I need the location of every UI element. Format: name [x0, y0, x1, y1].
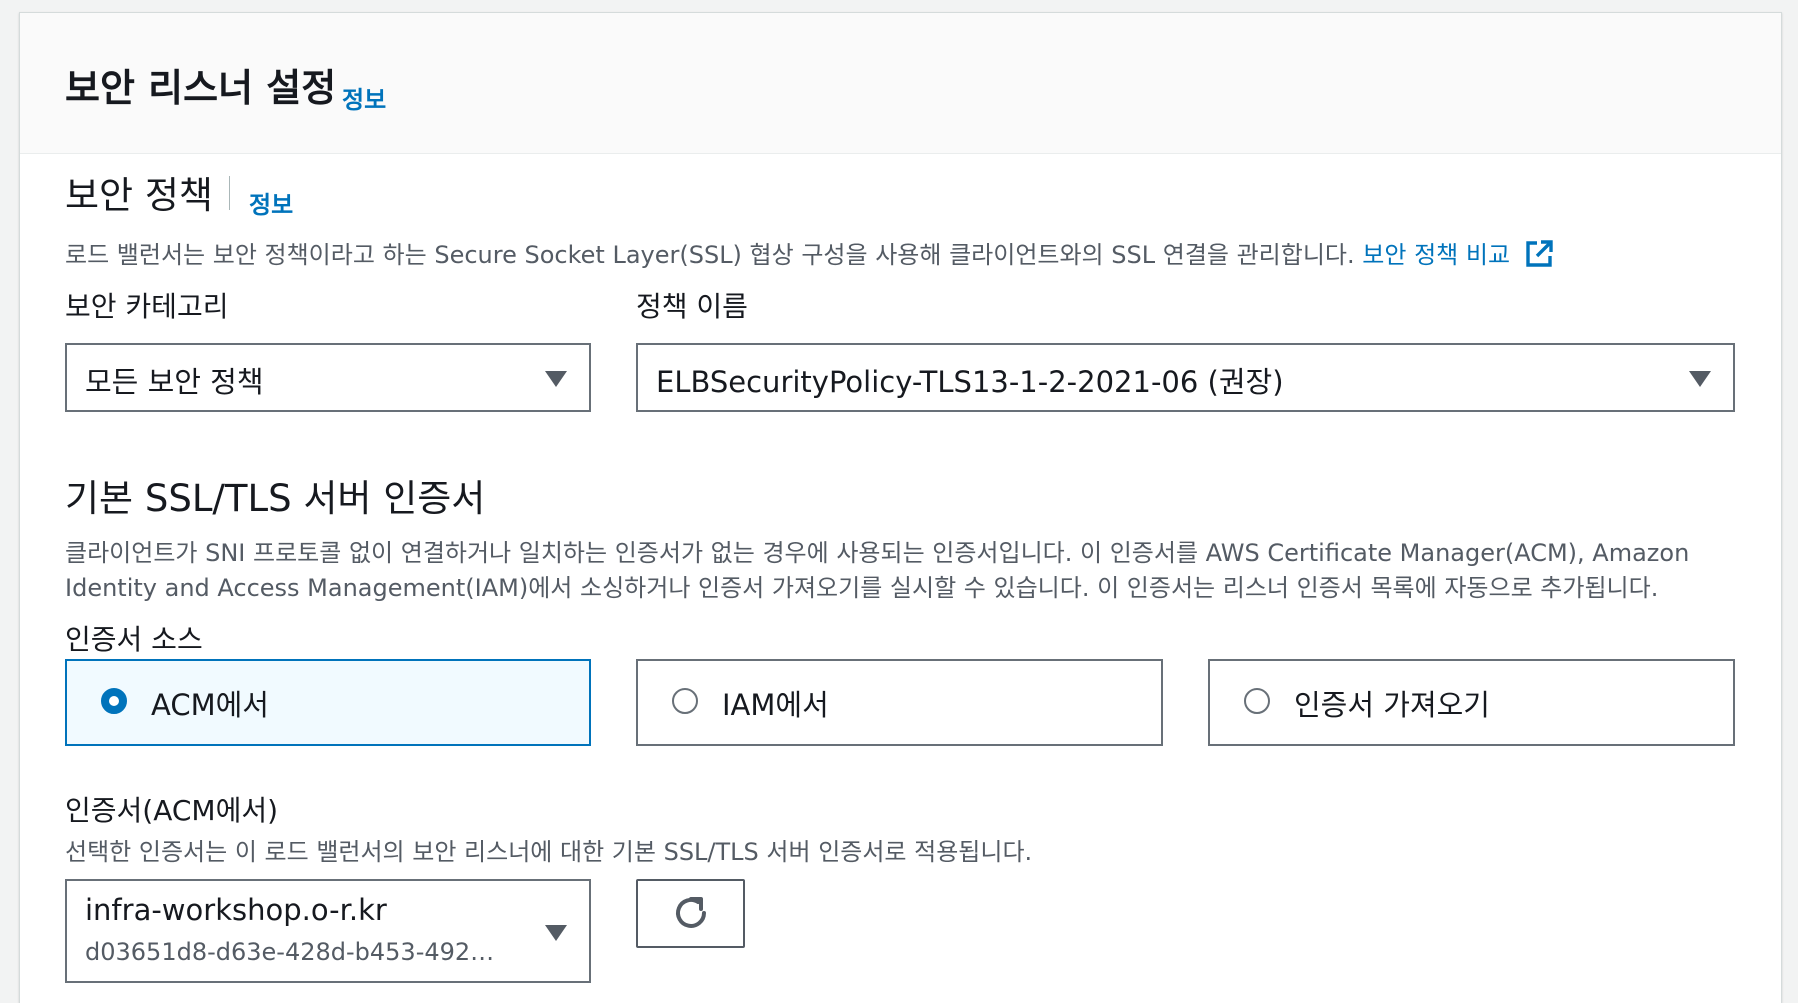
cert-source-iam-label: IAM에서: [722, 688, 829, 722]
refresh-button[interactable]: [636, 879, 745, 948]
title-divider: [229, 176, 230, 210]
compare-policies-label: 보안 정책 비교: [1362, 241, 1511, 269]
acm-cert-label: 인증서(ACM에서): [65, 794, 279, 827]
security-policy-description: 로드 밸런서는 보안 정책이라고 하는 Secure Socket Layer(…: [65, 237, 1554, 273]
acm-cert-id: d03651d8-d63e-428d-b453-492…: [85, 938, 495, 966]
radio-selected-icon[interactable]: [101, 688, 127, 714]
cert-source-label: 인증서 소스: [65, 623, 203, 656]
radio-unselected-icon[interactable]: [1244, 688, 1270, 714]
security-category-label: 보안 카테고리: [65, 290, 229, 323]
policy-name-value: ELBSecurityPolicy-TLS13-1-2-2021-06 (권장): [656, 365, 1284, 399]
acm-cert-value: infra-workshop.o-r.kr: [85, 893, 387, 927]
default-cert-description-line1: 클라이언트가 SNI 프로토콜 없이 연결하거나 일치하는 인증서가 없는 경우…: [65, 539, 1690, 567]
secure-listener-panel: 보안 리스너 설정 정보 보안 정책 정보 로드 밸런서는 보안 정책이라고 하…: [19, 12, 1782, 1003]
default-cert-title: 기본 SSL/TLS 서버 인증서: [65, 477, 486, 520]
header-info-link[interactable]: 정보: [342, 80, 386, 115]
caret-down-icon: [545, 925, 567, 941]
security-category-select[interactable]: 모든 보안 정책: [65, 343, 591, 412]
panel-header: 보안 리스너 설정 정보: [20, 13, 1781, 154]
radio-unselected-icon[interactable]: [672, 688, 698, 714]
default-cert-description-line2: Identity and Access Management(IAM)에서 소싱…: [65, 574, 1659, 602]
page-title: 보안 리스너 설정: [65, 66, 337, 110]
security-policy-description-text: 로드 밸런서는 보안 정책이라고 하는 Secure Socket Layer(…: [65, 241, 1355, 269]
cert-source-import-option[interactable]: 인증서 가져오기: [1208, 659, 1735, 746]
policy-name-select[interactable]: ELBSecurityPolicy-TLS13-1-2-2021-06 (권장): [636, 343, 1735, 412]
compare-policies-link[interactable]: 보안 정책 비교: [1362, 240, 1553, 269]
cert-source-acm-option[interactable]: ACM에서: [65, 659, 591, 746]
caret-down-icon: [545, 371, 567, 387]
acm-cert-select[interactable]: infra-workshop.o-r.kr d03651d8-d63e-428d…: [65, 879, 591, 983]
cert-source-acm-label: ACM에서: [151, 688, 269, 722]
refresh-icon: [676, 897, 706, 928]
security-category-value: 모든 보안 정책: [85, 365, 264, 399]
external-link-icon: [1525, 240, 1553, 267]
policy-name-label: 정책 이름: [636, 290, 748, 323]
cert-source-iam-option[interactable]: IAM에서: [636, 659, 1163, 746]
acm-cert-description: 선택한 인증서는 이 로드 밸런서의 보안 리스너에 대한 기본 SSL/TLS…: [65, 838, 1033, 866]
caret-down-icon: [1689, 371, 1711, 387]
security-policy-info-link[interactable]: 정보: [249, 185, 293, 220]
cert-source-import-label: 인증서 가져오기: [1294, 688, 1490, 722]
security-policy-title: 보안 정책: [65, 174, 213, 217]
